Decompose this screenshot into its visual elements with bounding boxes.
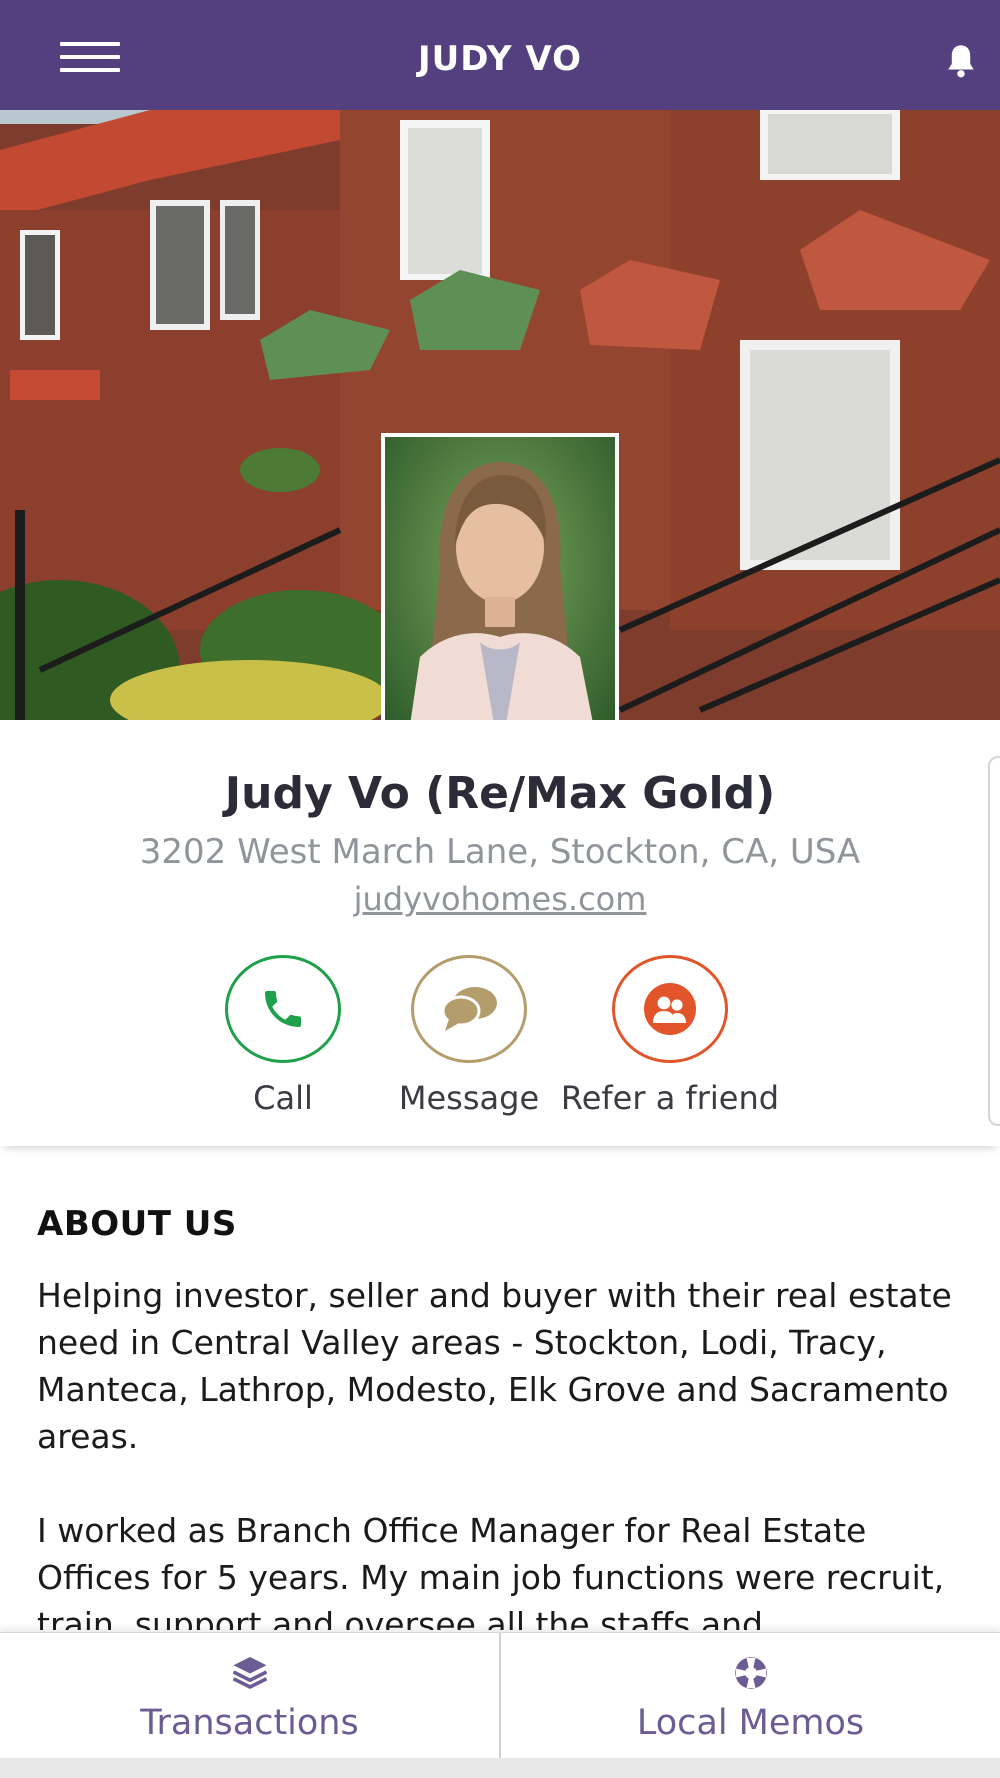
bottom-navigation: Transactions Local Memos <box>0 1632 1000 1759</box>
layers-icon <box>232 1657 267 1689</box>
message-label: Message <box>398 1079 540 1117</box>
refer-label: Refer a friend <box>560 1079 780 1117</box>
refer-friend-button[interactable]: Refer a friend <box>552 955 788 1117</box>
call-button[interactable]: Call <box>222 955 344 1117</box>
refer-circle[interactable] <box>612 955 728 1063</box>
about-heading: ABOUT US <box>37 1204 237 1244</box>
tab-local-memos[interactable]: Local Memos <box>501 1633 1000 1759</box>
agent-website-link[interactable]: judyvohomes.com <box>0 880 1000 918</box>
about-body: Helping investor, seller and buyer with … <box>37 1272 967 1630</box>
app-header: JUDY VO <box>0 0 1000 110</box>
lifebuoy-icon <box>734 1657 767 1689</box>
message-circle[interactable] <box>411 955 527 1063</box>
tab-transactions[interactable]: Transactions <box>0 1633 499 1759</box>
agent-address: 3202 West March Lane, Stockton, CA, USA <box>139 832 861 872</box>
about-paragraph: I worked as Branch Office Manager for Re… <box>37 1511 945 1630</box>
people-icon <box>644 983 696 1035</box>
agent-name: Judy Vo (Re/Max Gold) <box>224 768 776 819</box>
tab-local-memos-label: Local Memos <box>636 1703 865 1743</box>
about-paragraph: Helping investor, seller and buyer with … <box>37 1276 952 1456</box>
chat-bubbles-icon <box>441 987 497 1031</box>
phone-icon <box>265 991 301 1027</box>
page-title: JUDY VO <box>417 39 583 79</box>
tab-transactions-label: Transactions <box>140 1703 359 1743</box>
call-label: Call <box>253 1079 313 1117</box>
profile-card: Judy Vo (Re/Max Gold) 3202 West March La… <box>0 720 1000 1146</box>
system-nav-bar <box>0 1758 1000 1778</box>
bell-icon[interactable] <box>944 42 978 80</box>
call-circle[interactable] <box>225 955 341 1063</box>
agent-photo <box>381 433 619 763</box>
message-button[interactable]: Message <box>394 955 544 1117</box>
